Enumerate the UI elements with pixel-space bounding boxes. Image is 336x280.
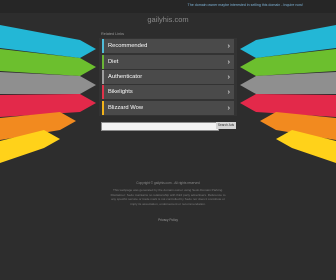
right-wing-stripe-3 (240, 72, 336, 94)
link-color-bar (102, 101, 104, 115)
link-diet[interactable]: Diet › (102, 55, 234, 69)
chevron-right-icon: › (227, 72, 231, 81)
disclaimer-text: This webpage was generated by the domain… (110, 188, 226, 206)
link-label: Blizzard Wow (108, 105, 144, 111)
link-authenticator[interactable]: Authenticator › (102, 70, 234, 84)
link-color-bar (102, 55, 104, 69)
link-label: Authenticator (108, 74, 143, 80)
link-bikelights[interactable]: Bikelights › (102, 85, 234, 99)
chevron-right-icon: › (227, 103, 231, 112)
chevron-right-icon: › (227, 41, 231, 50)
link-label: Bikelights (108, 89, 133, 95)
link-label: Recommended (108, 43, 148, 49)
link-color-bar (102, 70, 104, 84)
link-color-bar (102, 39, 104, 53)
privacy-policy-link[interactable]: Privacy Policy (0, 218, 336, 222)
link-recommended[interactable]: Recommended › (102, 39, 234, 53)
related-links-panel: Recommended › Diet › Authenticator › Bik… (99, 38, 237, 116)
left-wing-stripe-3 (0, 72, 96, 94)
search-ads-button[interactable]: Search Ads (216, 122, 236, 129)
search-input[interactable] (101, 122, 219, 131)
copyright-text: Copyright © gailyhis.com - All rights re… (136, 181, 200, 185)
chevron-right-icon: › (227, 87, 231, 96)
related-links-label: Related Links (101, 32, 125, 36)
link-blizzard-wow[interactable]: Blizzard Wow › (102, 101, 234, 115)
chevron-right-icon: › (227, 57, 231, 66)
link-label: Diet (108, 59, 119, 65)
link-color-bar (102, 85, 104, 99)
